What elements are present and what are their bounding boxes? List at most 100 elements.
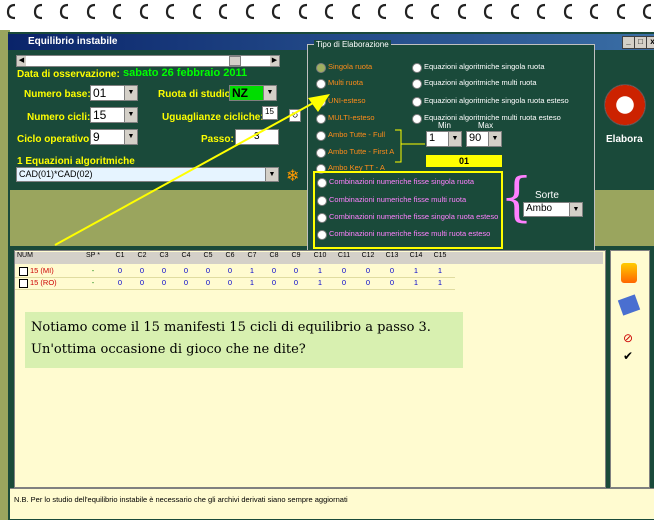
cancel-icon[interactable]: ⊘: [623, 331, 633, 345]
grid-cell: 0: [293, 266, 299, 275]
grid-cell: 0: [341, 266, 347, 275]
grid-column-header[interactable]: C6: [221, 252, 239, 259]
grid-cell: 0: [139, 278, 145, 287]
print-icon[interactable]: [617, 294, 641, 316]
grid-cell: 1: [413, 278, 419, 287]
grid-cell: 1: [413, 266, 419, 275]
grid-column-header[interactable]: NUM: [17, 252, 57, 259]
window-title: Equilibrio instabile: [28, 36, 118, 47]
spiral-ring-icon: [86, 2, 98, 20]
grid-cell: 0: [227, 266, 233, 275]
grid-row-num: 15 (MI): [30, 266, 54, 275]
bracket-lines: [395, 129, 425, 163]
spiral-ring-icon: [536, 2, 548, 20]
grid-cell: 1: [249, 278, 255, 287]
spiral-ring-icon: [112, 2, 124, 20]
grid-cell: 0: [161, 266, 167, 275]
grid-cell: 1: [437, 266, 443, 275]
equazioni-radio-2[interactable]: [412, 97, 422, 107]
grid-column-header[interactable]: C2: [133, 252, 151, 259]
grid-cell: 1: [317, 266, 323, 275]
grid-tools-panel: ⊘ ✔: [610, 250, 650, 488]
spiral-ring-icon: [192, 2, 204, 20]
spiral-binding: [0, 0, 654, 30]
max-select[interactable]: 90 ▼: [466, 131, 502, 147]
spiral-ring-icon: [457, 2, 469, 20]
grid-column-header[interactable]: C13: [381, 252, 403, 259]
spiral-ring-icon: [351, 2, 363, 20]
grid-column-header[interactable]: C9: [287, 252, 305, 259]
key-value-box: 01: [426, 155, 502, 167]
grid-cell: 0: [389, 278, 395, 287]
grid-cell: 0: [183, 266, 189, 275]
date-value: sabato 26 febbraio 2011: [123, 67, 248, 79]
spiral-ring-icon: [139, 2, 151, 20]
spiral-ring-icon: [642, 2, 654, 20]
elabora-icon[interactable]: [604, 84, 646, 126]
sorte-select[interactable]: Ambo ▼: [523, 202, 583, 217]
grid-cell: 0: [271, 266, 277, 275]
grid-column-header[interactable]: C11: [333, 252, 355, 259]
spiral-ring-icon: [218, 2, 230, 20]
grid-column-header[interactable]: C3: [155, 252, 173, 259]
grid-cell: 0: [365, 266, 371, 275]
min-select[interactable]: 1 ▼: [426, 131, 462, 147]
annotation-note: Notiamo come il 15 manifesti 15 cicli di…: [25, 312, 463, 368]
grid-cell: 1: [437, 278, 443, 287]
grid-column-header[interactable]: C1: [111, 252, 129, 259]
spiral-ring-icon: [616, 2, 628, 20]
tipo-option-label: Singola ruota: [328, 62, 373, 71]
spiral-ring-icon: [404, 2, 416, 20]
note-line-2: Un'ottima occasione di gioco che ne dite…: [31, 342, 306, 357]
spiral-ring-icon: [6, 2, 18, 20]
equazioni-radio-1[interactable]: [412, 79, 422, 89]
grid-column-header[interactable]: C12: [357, 252, 379, 259]
row-checkbox[interactable]: [19, 279, 28, 288]
equazioni-option-label: Equazioni algoritmiche singola ruota: [424, 62, 545, 71]
grid-cell: 0: [139, 266, 145, 275]
max-label: Max: [478, 121, 494, 130]
grid-cell: 1: [317, 278, 323, 287]
spiral-ring-icon: [563, 2, 575, 20]
check-icon[interactable]: ✔: [623, 349, 633, 363]
grid-cell: 0: [117, 278, 123, 287]
grid-column-header[interactable]: C7: [243, 252, 261, 259]
grid-row-sp: -: [91, 278, 95, 287]
equazioni-option-label: Equazioni algoritmiche multi ruota: [424, 78, 537, 87]
tipo-radio-0[interactable]: [316, 63, 326, 73]
elabora-label: Elabora: [606, 134, 643, 145]
sorte-label: Sorte: [535, 190, 559, 201]
grid-column-header[interactable]: C4: [177, 252, 195, 259]
spiral-ring-icon: [377, 2, 389, 20]
tipo-option-label: Multi ruota: [328, 78, 364, 87]
equazioni-radio-0[interactable]: [412, 63, 422, 73]
spiral-ring-icon: [589, 2, 601, 20]
spiral-ring-icon: [483, 2, 495, 20]
equazioni-radio-3[interactable]: [412, 114, 422, 124]
grid-column-header[interactable]: C8: [265, 252, 283, 259]
grid-cell: 0: [271, 278, 277, 287]
grid-column-header[interactable]: C5: [199, 252, 217, 259]
grid-row-num: 15 (RO): [30, 278, 57, 287]
tipo-radio-1[interactable]: [316, 79, 326, 89]
close-icon[interactable]: x: [646, 36, 654, 49]
spiral-ring-icon: [165, 2, 177, 20]
archive-icon[interactable]: [621, 263, 637, 283]
grid-cell: 1: [249, 266, 255, 275]
date-label: Data di osservazione:: [17, 69, 120, 80]
row-checkbox[interactable]: [19, 267, 28, 276]
grid-column-header[interactable]: C10: [309, 252, 331, 259]
status-text: N.B. Per lo studio dell'equilibrio insta…: [14, 495, 348, 504]
grid-column-header[interactable]: C15: [429, 252, 451, 259]
grid-column-header[interactable]: C14: [405, 252, 427, 259]
grid-cell: 0: [205, 278, 211, 287]
tipo-elaborazione-title: Tipo di Elaborazione: [314, 40, 391, 49]
spiral-ring-icon: [430, 2, 442, 20]
grid-cell: 0: [161, 278, 167, 287]
grid-column-header[interactable]: SP *: [83, 252, 103, 259]
grid-cell: 0: [293, 278, 299, 287]
grid-cell: 0: [117, 266, 123, 275]
grid-row-sp: -: [91, 266, 95, 275]
spiral-ring-icon: [324, 2, 336, 20]
date-scrollbar[interactable]: ◀ ▶: [16, 55, 280, 67]
